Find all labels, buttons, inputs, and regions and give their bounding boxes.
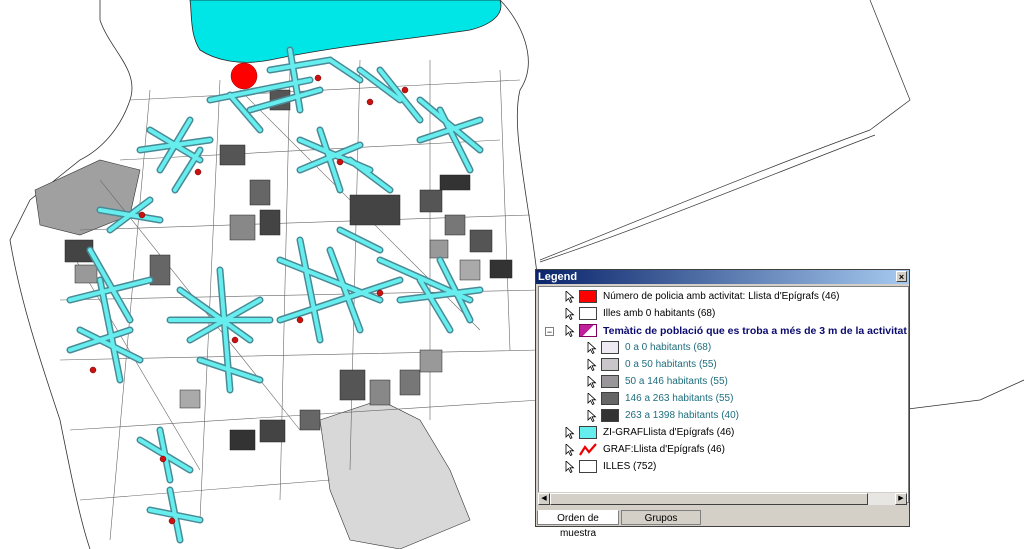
legend-item-label: ZI-GRAFLlista d'Epígrafs (46) — [603, 427, 735, 438]
tab-orden-de-muestra[interactable]: Orden de muestra — [537, 510, 619, 539]
pointer-icon[interactable] — [587, 341, 597, 355]
horizontal-scrollbar[interactable]: ◀ ▶ — [538, 492, 907, 505]
scroll-right-icon[interactable]: ▶ — [895, 493, 907, 505]
legend-list[interactable]: Número de policia amb activitat: Llista … — [538, 286, 909, 503]
legend-item-label: Illes amb 0 habitants (68) — [603, 308, 716, 319]
legend-swatch — [579, 324, 597, 337]
pointer-icon[interactable] — [565, 307, 575, 321]
legend-swatch — [579, 443, 597, 456]
pointer-icon[interactable] — [587, 358, 597, 372]
legend-swatch — [579, 307, 597, 320]
port-area — [319, 399, 471, 549]
legend-swatch — [579, 426, 597, 439]
legend-swatch — [601, 375, 619, 388]
legend-swatch — [579, 290, 597, 303]
pointer-icon[interactable] — [587, 409, 597, 423]
industrial-area — [34, 159, 141, 236]
legend-swatch — [601, 392, 619, 405]
close-icon[interactable]: × — [896, 271, 907, 282]
pointer-icon[interactable] — [565, 460, 575, 474]
selected-point[interactable] — [230, 62, 258, 90]
legend-swatch — [601, 341, 619, 354]
legend-item-label: Número de policia amb activitat: Llista … — [603, 291, 840, 302]
scroll-thumb[interactable] — [550, 493, 868, 505]
water-area — [189, 0, 502, 63]
collapse-icon[interactable]: − — [545, 327, 554, 337]
legend-title: Legend — [538, 271, 578, 283]
pointer-icon[interactable] — [587, 392, 597, 406]
legend-window[interactable]: Legend × Número de policia amb activitat… — [535, 269, 910, 539]
pointer-icon[interactable] — [565, 324, 575, 338]
legend-item-label: 263 a 1398 habitants (40) — [625, 410, 739, 421]
pointer-icon[interactable] — [565, 290, 575, 304]
pointer-icon[interactable] — [587, 375, 597, 389]
tab-grupos[interactable]: Grupos — [621, 510, 701, 525]
legend-item-label: 0 a 0 habitants (68) — [625, 342, 712, 353]
legend-item-label: GRAF:Llista d'Epígrafs (46) — [603, 444, 725, 455]
pointer-icon[interactable] — [565, 426, 575, 440]
legend-item-label: 146 a 263 habitants (55) — [625, 393, 734, 404]
legend-swatch — [601, 358, 619, 371]
legend-titlebar[interactable]: Legend × — [536, 270, 909, 284]
legend-swatch — [601, 409, 619, 422]
legend-item-label: ILLES (752) — [603, 461, 657, 472]
legend-item-label: 50 a 146 habitants (55) — [625, 376, 728, 387]
pointer-icon[interactable] — [565, 443, 575, 457]
legend-item-label: 0 a 50 habitants (55) — [625, 359, 717, 370]
coastline-east — [539, 0, 911, 263]
scroll-left-icon[interactable]: ◀ — [538, 493, 550, 505]
legend-swatch — [579, 460, 597, 473]
legend-item-label: Temàtic de població que es troba a més d… — [603, 325, 907, 337]
